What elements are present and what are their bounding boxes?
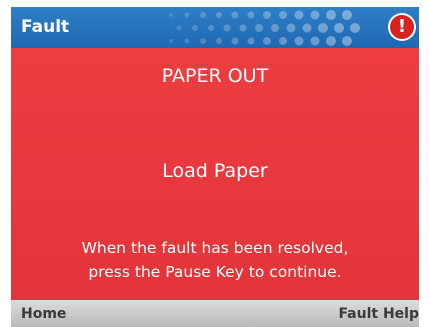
resolution-note-line-2: press the Pause Key to continue. — [88, 263, 342, 281]
resolution-note-line-1: When the fault has been resolved, — [81, 239, 349, 257]
softkey-bar: Home Fault Help — [11, 300, 419, 327]
resolution-note: When the fault has been resolved, press … — [11, 236, 419, 284]
title-bar: Fault ! — [11, 7, 419, 48]
fault-help-softkey[interactable]: Fault Help — [338, 306, 419, 322]
fault-message-panel: PAPER OUT Load Paper When the fault has … — [11, 48, 419, 300]
fault-name: PAPER OUT — [161, 65, 269, 87]
fault-screen: Fault ! PAPER OUT Load Paper When the fa… — [11, 7, 419, 327]
screen-title: Fault — [21, 17, 70, 37]
exclamation-icon: ! — [388, 13, 416, 41]
exclamation-glyph: ! — [390, 15, 414, 39]
fault-instruction: Load Paper — [162, 160, 268, 182]
dot-pattern-decoration — [169, 10, 360, 46]
home-softkey[interactable]: Home — [21, 306, 66, 322]
